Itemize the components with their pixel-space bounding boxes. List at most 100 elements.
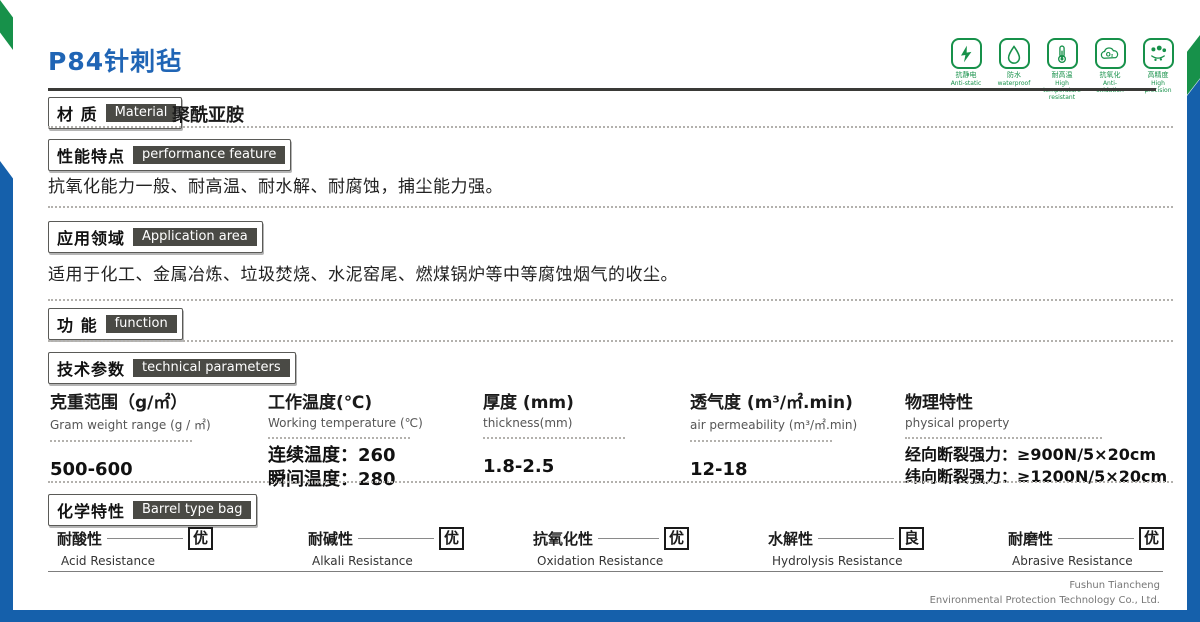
param-value: 连续温度：260 bbox=[268, 444, 473, 468]
chem-alkali-resistance: 耐碱性 优 Alkali Resistance bbox=[308, 527, 464, 568]
param-value: 12-18 bbox=[690, 458, 895, 482]
chem-connector-line bbox=[1058, 538, 1134, 539]
left-edge-blue-bar bbox=[0, 161, 13, 622]
param-en: Gram weight range (g / ㎡) bbox=[50, 416, 255, 433]
feature-high-precision: 高精度 High precision bbox=[1138, 38, 1178, 101]
chem-rating: 优 bbox=[1139, 527, 1164, 550]
chem-rating: 优 bbox=[439, 527, 464, 550]
section-badge-material: 材 质 Material bbox=[48, 97, 182, 129]
section-en: Barrel type bag bbox=[133, 501, 251, 519]
chem-abrasive-resistance: 耐磨性 优 Abrasive Resistance bbox=[1008, 527, 1164, 568]
chem-en: Alkali Resistance bbox=[308, 554, 464, 568]
param-zh: 克重范围（g/㎡） bbox=[50, 388, 255, 413]
chem-zh: 耐磨性 bbox=[1008, 528, 1053, 549]
chem-rating: 优 bbox=[664, 527, 689, 550]
right-edge-blue-bar bbox=[1187, 79, 1200, 622]
icon-label-zh: 防水 bbox=[994, 71, 1034, 80]
left-edge-green-wedge bbox=[0, 0, 13, 50]
chem-rating: 优 bbox=[188, 527, 213, 550]
company-line2: Environmental Protection Technology Co.,… bbox=[930, 593, 1160, 608]
param-value: 纬向断裂强力：≥1200N/5×20cm bbox=[905, 466, 1177, 488]
separator bbox=[48, 206, 1173, 208]
icon-label-zh: 抗静电 bbox=[946, 71, 986, 80]
thermometer-icon bbox=[1047, 38, 1078, 69]
section-en: Application area bbox=[133, 228, 257, 246]
chem-oxidation-resistance: 抗氧化性 优 Oxidation Resistance bbox=[533, 527, 689, 568]
chem-hydrolysis-resistance: 水解性 良 Hydrolysis Resistance bbox=[768, 527, 924, 568]
chem-zh: 耐碱性 bbox=[308, 528, 353, 549]
bottom-blue-bar bbox=[0, 610, 1200, 622]
feature-icon-strip: 抗静电 Anti-static 防水 waterproof 耐高温 High t… bbox=[946, 38, 1178, 101]
section-badge-application: 应用领域 Application area bbox=[48, 221, 263, 253]
param-air-permeability: 透气度 (m³/㎡.min) air permeability (m³/㎡.mi… bbox=[690, 388, 895, 482]
param-zh: 透气度 (m³/㎡.min) bbox=[690, 388, 895, 413]
chem-zh: 水解性 bbox=[768, 528, 813, 549]
param-zh: 厚度 (mm) bbox=[483, 388, 678, 413]
param-underline bbox=[50, 440, 192, 442]
param-underline bbox=[483, 437, 625, 439]
precision-dots-icon bbox=[1143, 38, 1174, 69]
section-badge-chemical: 化学特性 Barrel type bag bbox=[48, 494, 257, 526]
section-zh: 功 能 bbox=[57, 312, 98, 336]
section-zh: 化学特性 bbox=[57, 498, 125, 522]
icon-label-en: waterproof bbox=[994, 80, 1034, 87]
chem-connector-line bbox=[107, 538, 183, 539]
section-badge-technical: 技术参数 technical parameters bbox=[48, 352, 296, 384]
section-en: performance feature bbox=[133, 146, 285, 164]
chem-acid-resistance: 耐酸性 优 Acid Resistance bbox=[57, 527, 213, 568]
chem-zh: 耐酸性 bbox=[57, 528, 102, 549]
param-zh: 物理特性 bbox=[905, 388, 1177, 413]
param-en: physical property bbox=[905, 416, 1177, 430]
water-drop-icon bbox=[999, 38, 1030, 69]
feature-high-temperature: 耐高温 High temperature resistant bbox=[1042, 38, 1082, 101]
chem-connector-line bbox=[358, 538, 434, 539]
chem-en: Hydrolysis Resistance bbox=[768, 554, 924, 568]
icon-label-zh: 抗氧化 bbox=[1090, 71, 1130, 80]
separator bbox=[48, 299, 1173, 301]
param-value: 1.8-2.5 bbox=[483, 455, 678, 479]
param-working-temperature: 工作温度(℃) Working temperature (℃) 连续温度：260… bbox=[268, 388, 473, 493]
icon-label-en: Anti-static bbox=[946, 80, 986, 87]
company-name: Fushun Tiancheng Environmental Protectio… bbox=[930, 578, 1160, 608]
chem-connector-line bbox=[818, 538, 894, 539]
page-title: P84针刺毡 bbox=[48, 42, 182, 78]
chem-connector-line bbox=[598, 538, 659, 539]
material-value: 聚酰亚胺 bbox=[172, 101, 244, 127]
performance-text: 抗氧化能力一般、耐高温、耐水解、耐腐蚀，捕尘能力强。 bbox=[48, 172, 503, 197]
spec-sheet-page: P84针刺毡 抗静电 Anti-static 防水 waterproof bbox=[0, 0, 1200, 622]
chem-rating: 良 bbox=[899, 527, 924, 550]
feature-waterproof: 防水 waterproof bbox=[994, 38, 1034, 101]
lightning-icon bbox=[951, 38, 982, 69]
section-zh: 材 质 bbox=[57, 101, 98, 125]
chem-en: Abrasive Resistance bbox=[1008, 554, 1164, 568]
icon-label-zh: 高精度 bbox=[1138, 71, 1178, 80]
chem-en: Acid Resistance bbox=[57, 554, 213, 568]
chem-en: Oxidation Resistance bbox=[533, 554, 689, 568]
param-en: air permeability (m³/㎡.min) bbox=[690, 416, 895, 433]
param-underline bbox=[690, 440, 832, 442]
feature-anti-static: 抗静电 Anti-static bbox=[946, 38, 986, 101]
param-value: 500-600 bbox=[50, 458, 255, 482]
param-underline bbox=[905, 437, 1102, 439]
separator bbox=[48, 340, 1173, 342]
param-en: Working temperature (℃) bbox=[268, 416, 473, 430]
company-line1: Fushun Tiancheng bbox=[930, 578, 1160, 593]
icon-label-zh: 耐高温 bbox=[1042, 71, 1082, 80]
application-text: 适用于化工、金属冶炼、垃圾焚烧、水泥窑尾、燃煤锅炉等中等腐蚀烟气的收尘。 bbox=[48, 260, 678, 285]
param-value: 经向断裂强力：≥900N/5×20cm bbox=[905, 444, 1177, 466]
param-physical-property: 物理特性 physical property 经向断裂强力：≥900N/5×20… bbox=[905, 388, 1177, 487]
icon-label-en: Anti-oxidation bbox=[1090, 80, 1130, 94]
title-rule bbox=[48, 88, 1156, 91]
svg-text:O₂: O₂ bbox=[1106, 52, 1114, 58]
feature-anti-oxidation: O₂ 抗氧化 Anti-oxidation bbox=[1090, 38, 1130, 101]
section-en: function bbox=[106, 315, 177, 333]
section-zh: 技术参数 bbox=[57, 356, 125, 380]
section-en: Material bbox=[106, 104, 177, 122]
section-badge-function: 功 能 function bbox=[48, 308, 183, 340]
chem-zh: 抗氧化性 bbox=[533, 528, 593, 549]
section-zh: 应用领域 bbox=[57, 225, 125, 249]
section-zh: 性能特点 bbox=[57, 143, 125, 167]
param-zh: 工作温度(℃) bbox=[268, 388, 473, 413]
param-thickness: 厚度 (mm) thickness(mm) 1.8-2.5 bbox=[483, 388, 678, 479]
oxygen-cloud-icon: O₂ bbox=[1095, 38, 1126, 69]
